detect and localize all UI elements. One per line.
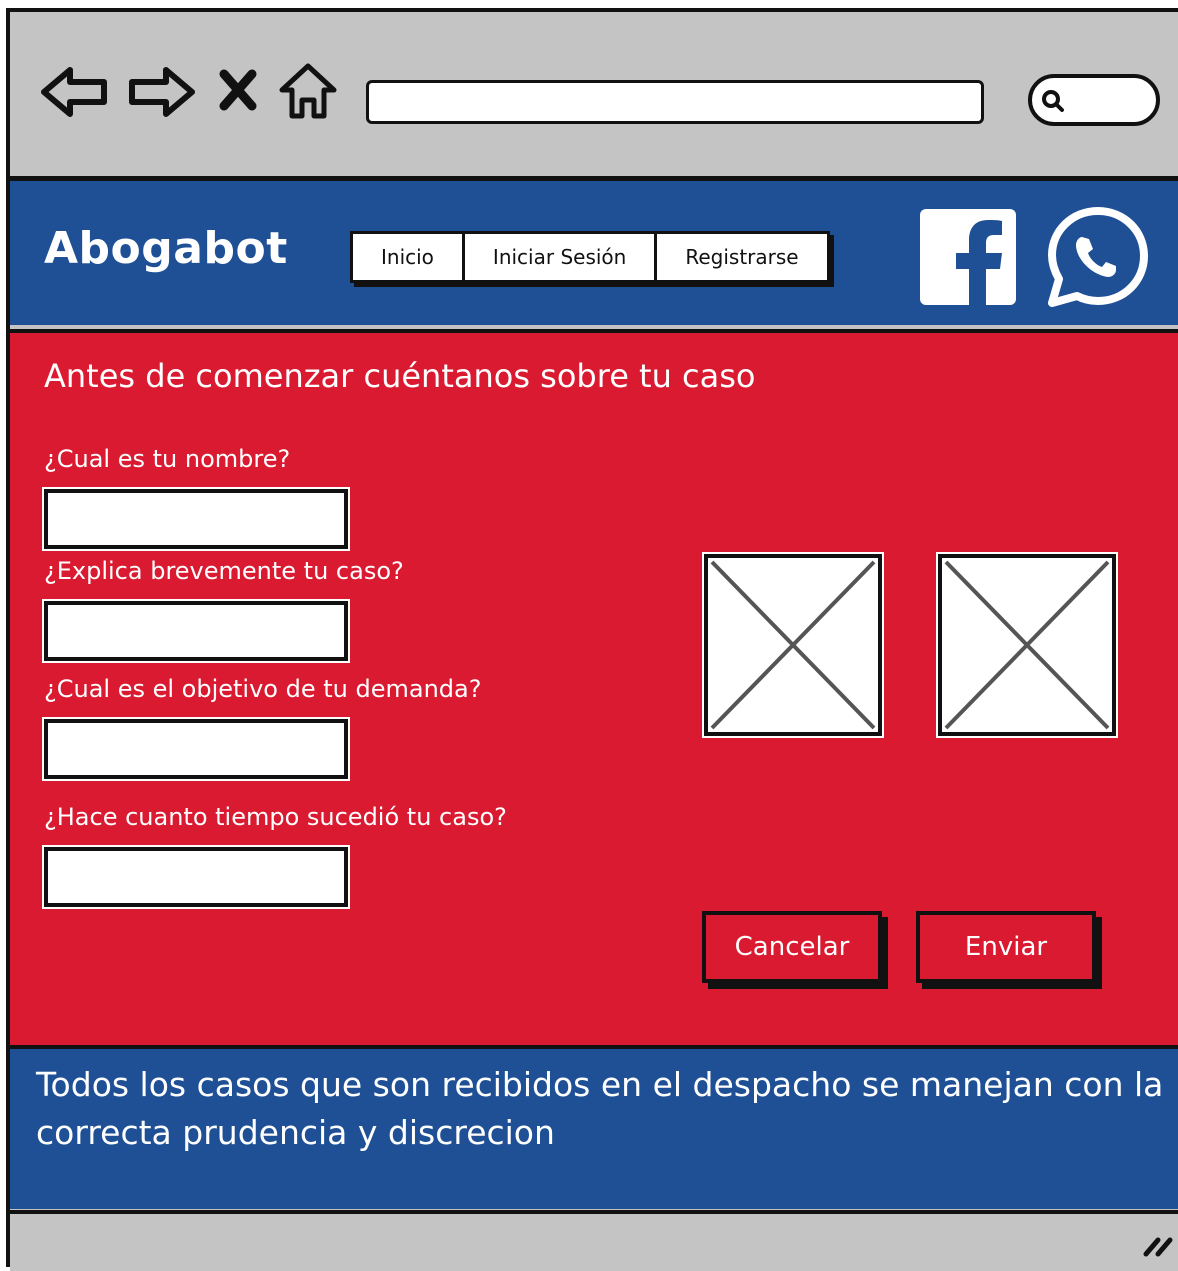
nav-item-inicio[interactable]: Inicio (353, 234, 465, 280)
name-label: ¿Cual es tu nombre? (44, 445, 291, 473)
whatsapp-icon[interactable] (1046, 207, 1150, 307)
case-form-section: Antes de comenzar cuéntanos sobre tu cas… (10, 329, 1178, 1045)
site-footer: Todos los casos que son recibidos en el … (10, 1045, 1178, 1209)
time-elapsed-label: ¿Hace cuanto tiempo sucedió tu caso? (44, 803, 507, 831)
search-icon (1042, 90, 1064, 112)
objective-input[interactable] (44, 719, 348, 779)
submit-button[interactable]: Enviar (916, 911, 1096, 983)
case-summary-label: ¿Explica brevemente tu caso? (44, 557, 404, 585)
search-field[interactable] (1028, 74, 1160, 126)
resize-grip-icon[interactable] (1140, 1228, 1176, 1260)
objective-label: ¿Cual es el objetivo de tu demanda? (44, 675, 482, 703)
browser-toolbar (10, 12, 1178, 178)
brand-logo-text[interactable]: Abogabot (44, 223, 288, 274)
form-title: Antes de comenzar cuéntanos sobre tu cas… (44, 357, 756, 395)
footer-notice: Todos los casos que son recibidos en el … (36, 1065, 1164, 1152)
back-arrow-icon[interactable] (40, 64, 110, 120)
cancel-button[interactable]: Cancelar (702, 911, 882, 983)
main-nav: Inicio Iniciar Sesión Registrarse (350, 231, 830, 283)
site-header: Abogabot Inicio Iniciar Sesión Registrar… (10, 181, 1178, 325)
nav-item-registrarse[interactable]: Registrarse (657, 234, 827, 280)
nav-item-iniciar-sesion[interactable]: Iniciar Sesión (464, 234, 658, 280)
facebook-icon[interactable] (920, 209, 1016, 305)
case-summary-input[interactable] (44, 601, 348, 661)
url-bar[interactable] (366, 80, 984, 124)
name-input[interactable] (44, 489, 348, 549)
stop-icon[interactable] (218, 68, 258, 112)
image-placeholder (704, 554, 882, 736)
home-icon[interactable] (278, 60, 338, 122)
image-placeholder (938, 554, 1116, 736)
time-elapsed-input[interactable] (44, 847, 348, 907)
forward-arrow-icon[interactable] (126, 64, 196, 120)
browser-status-bar (10, 1210, 1178, 1271)
